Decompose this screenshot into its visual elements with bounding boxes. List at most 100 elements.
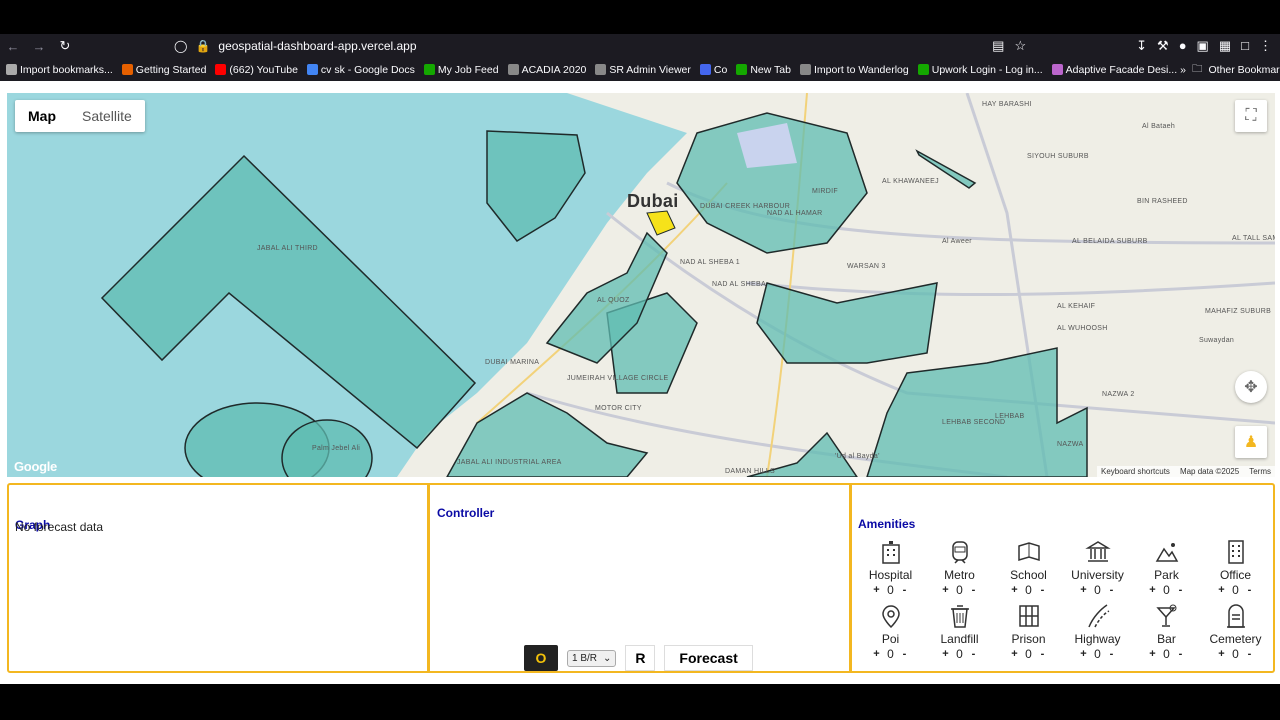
amenity-count: 0 (956, 583, 963, 597)
bookmark-item[interactable]: Getting Started (121, 64, 206, 76)
amenities-title: Amenities (858, 517, 916, 531)
account-icon[interactable]: ● (1179, 38, 1187, 54)
increment-button[interactable]: + (872, 584, 882, 596)
increment-button[interactable]: + (1010, 584, 1020, 596)
map-place-label: Al Aweer (942, 238, 972, 245)
forward-icon[interactable]: → (26, 39, 52, 54)
decrement-button[interactable]: - (1176, 648, 1186, 660)
hospital-icon (881, 541, 900, 564)
reload-icon[interactable]: ↻ (52, 38, 78, 54)
increment-button[interactable]: + (941, 648, 951, 660)
amenity-count: 0 (1163, 647, 1170, 661)
amenity-counter: +0- (941, 583, 979, 597)
increment-button[interactable]: + (1217, 648, 1227, 660)
fullscreen-icon[interactable]: ⛶ (1235, 100, 1267, 132)
school-icon (1017, 542, 1040, 562)
shield-icon: ◯ (174, 39, 188, 53)
amenity-count: 0 (1094, 583, 1101, 597)
tabs-icon[interactable]: □ (1241, 38, 1249, 54)
map-type-map-button[interactable]: Map (15, 100, 69, 132)
decrement-button[interactable]: - (969, 648, 979, 660)
decrement-button[interactable]: - (1245, 584, 1255, 596)
decrement-button[interactable]: - (1107, 648, 1117, 660)
bookmark-favicon-icon (423, 64, 435, 75)
increment-button[interactable]: + (1010, 648, 1020, 660)
url-bar[interactable]: ◯ 🔒 geospatial-dashboard-app.vercel.app (174, 36, 417, 56)
amenity-counter: +0- (941, 647, 979, 661)
wrench-icon[interactable]: ⚒ (1157, 38, 1169, 54)
decrement-button[interactable]: - (1176, 584, 1186, 596)
amenity-highway: Highway +0- (1063, 603, 1132, 661)
back-icon[interactable]: ← (0, 39, 26, 54)
r-button[interactable]: R (625, 645, 656, 671)
map-type-satellite-button[interactable]: Satellite (69, 100, 145, 132)
decrement-button[interactable]: - (1038, 584, 1048, 596)
map-place-label: JABAL ALI THIRD (257, 245, 318, 252)
map-view[interactable]: Map Satellite ⛶ ✥ ♟ Dubai HAY BARASHI Al … (7, 93, 1275, 477)
amenity-count: 0 (1163, 583, 1170, 597)
bookmark-item[interactable]: Import bookmarks... (6, 64, 113, 76)
increment-button[interactable]: + (941, 584, 951, 596)
amenity-count: 0 (1025, 583, 1032, 597)
screen-bottom-border (0, 684, 1280, 720)
bookmark-item[interactable]: (662) YouTube (215, 64, 298, 76)
bookmark-label: Adaptive Facade Desi... (1065, 63, 1178, 76)
download-icon[interactable]: ↧ (1136, 38, 1147, 54)
bookmark-item[interactable]: Adaptive Facade Desi... (1051, 63, 1178, 76)
bookmark-item[interactable]: Upwork Login - Log in... (917, 64, 1043, 76)
bookmark-item[interactable]: ACADIA 2020 (507, 64, 586, 76)
menu-icon[interactable]: ⋮ (1259, 38, 1272, 54)
chevron-right-icon[interactable]: » (1180, 64, 1186, 76)
terms-link[interactable]: Terms (1249, 467, 1271, 476)
folder-icon: 🗀 (1191, 62, 1203, 75)
amenity-label: Bar (1157, 632, 1176, 646)
screen-top-border (0, 0, 1280, 34)
increment-button[interactable]: + (1148, 584, 1158, 596)
camera-control-icon[interactable]: ✥ (1235, 371, 1267, 403)
amenity-label: Landfill (940, 632, 979, 646)
bedroom-select[interactable]: 1 B/R ⌄ (567, 649, 617, 667)
decrement-button[interactable]: - (900, 584, 910, 596)
increment-button[interactable]: + (1148, 648, 1158, 660)
amenity-label: Office (1219, 568, 1252, 582)
increment-button[interactable]: + (1217, 584, 1227, 596)
map-place-label: NAZWA 2 (1102, 391, 1135, 398)
keyboard-shortcuts-link[interactable]: Keyboard shortcuts (1101, 467, 1170, 476)
increment-button[interactable]: + (1079, 584, 1089, 596)
amenity-office: Office +0- (1201, 539, 1270, 597)
puzzle-icon[interactable]: ▦ (1219, 38, 1231, 54)
star-icon[interactable]: ☆ (1014, 38, 1026, 54)
map-place-label: MIRDIF (812, 188, 838, 195)
increment-button[interactable]: + (872, 648, 882, 660)
url-text[interactable]: geospatial-dashboard-app.vercel.app (218, 39, 416, 53)
bookmark-item[interactable]: My Job Feed (423, 64, 499, 76)
decrement-button[interactable]: - (1038, 648, 1048, 660)
map-canvas[interactable] (7, 93, 1275, 477)
decrement-button[interactable]: - (969, 584, 979, 596)
map-place-label: HAY BARASHI (982, 101, 1032, 108)
other-bookmarks[interactable]: Other Bookmarks (1208, 64, 1280, 76)
forecast-button[interactable]: Forecast (664, 645, 753, 671)
map-place-label: DUBAI CREEK HARBOUR (700, 203, 791, 210)
decrement-button[interactable]: - (1245, 648, 1255, 660)
decrement-button[interactable]: - (900, 648, 910, 660)
bookmark-favicon-icon (595, 64, 607, 75)
bookmark-item[interactable]: SR Admin Viewer (595, 64, 691, 76)
bookmark-item[interactable]: Co (699, 64, 727, 76)
bookmark-item[interactable]: New Tab (736, 64, 791, 76)
bookmark-item[interactable]: cv sk - Google Docs (306, 64, 415, 76)
reader-icon[interactable]: ▤ (992, 38, 1004, 54)
amenity-school: School +0- (994, 539, 1063, 597)
bookmark-label: (662) YouTube (229, 63, 298, 76)
amenity-count: 0 (887, 583, 894, 597)
o-button[interactable]: O (524, 645, 558, 671)
browser-navbar: ← → ↻ ◯ 🔒 geospatial-dashboard-app.verce… (0, 34, 1280, 58)
increment-button[interactable]: + (1079, 648, 1089, 660)
amenity-poi: Poi +0- (856, 603, 925, 661)
amenity-count: 0 (1232, 583, 1239, 597)
pegman-icon[interactable]: ♟ (1235, 426, 1267, 458)
map-place-label: AL KHAWANEEJ (882, 178, 939, 185)
bookmark-item[interactable]: Import to Wanderlog (800, 64, 909, 76)
extensions-icon[interactable]: ▣ (1197, 38, 1209, 54)
decrement-button[interactable]: - (1107, 584, 1117, 596)
